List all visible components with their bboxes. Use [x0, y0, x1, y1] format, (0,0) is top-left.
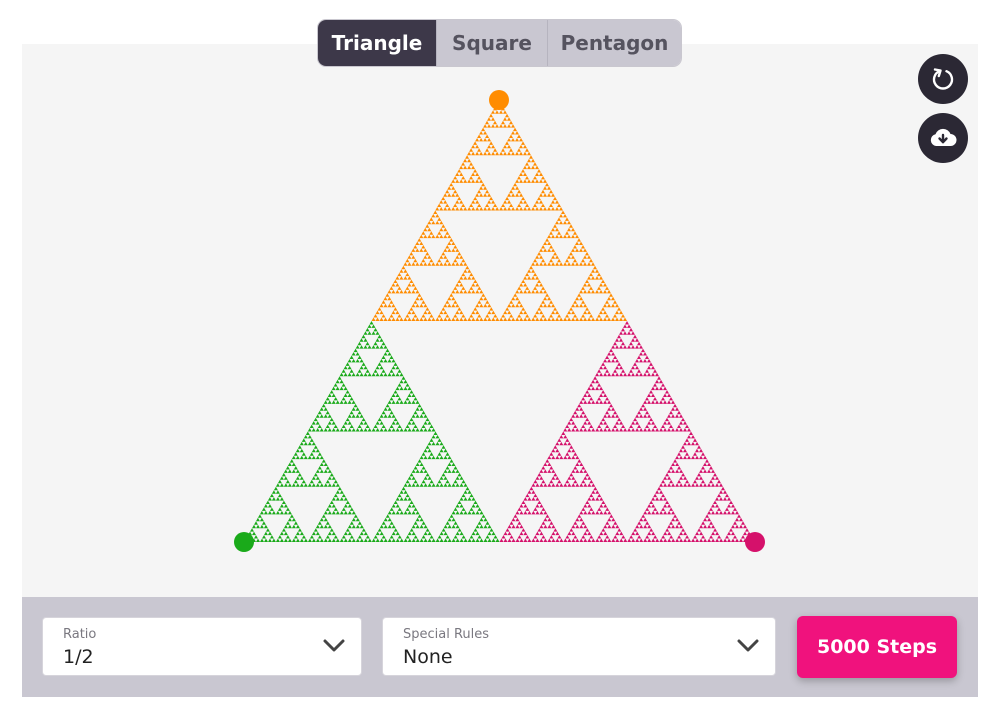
reset-button[interactable]: [918, 54, 968, 104]
left-vertex-dot[interactable]: [234, 532, 254, 552]
chevron-down-icon: [323, 639, 345, 652]
chevron-down-icon: [737, 639, 759, 652]
sierpinski-canvas: [234, 90, 765, 552]
special-rules-value: None: [403, 646, 453, 668]
cloud-download-icon: [930, 128, 957, 146]
left-region: [244, 321, 500, 542]
reset-icon: [932, 68, 954, 90]
special-rules-label: Special Rules: [403, 627, 490, 642]
tab-triangle[interactable]: Triangle: [318, 20, 437, 66]
shape-tabs: Triangle Square Pentagon: [318, 20, 681, 66]
ratio-select[interactable]: Ratio 1/2: [42, 617, 362, 676]
top-vertex-dot[interactable]: [489, 90, 509, 110]
ratio-value: 1/2: [63, 646, 94, 668]
download-button[interactable]: [918, 113, 968, 163]
steps-button[interactable]: 5000 Steps: [797, 616, 957, 678]
controls-bar: Ratio 1/2 Special Rules None 5000 Steps: [22, 597, 978, 697]
right-region: [499, 321, 755, 542]
top-region: [371, 100, 627, 321]
ratio-label: Ratio: [63, 627, 97, 642]
special-rules-select[interactable]: Special Rules None: [382, 617, 776, 676]
canvas-panel: [22, 44, 978, 597]
tab-pentagon[interactable]: Pentagon: [548, 20, 681, 66]
tab-square[interactable]: Square: [437, 20, 548, 66]
right-vertex-dot[interactable]: [745, 532, 765, 552]
